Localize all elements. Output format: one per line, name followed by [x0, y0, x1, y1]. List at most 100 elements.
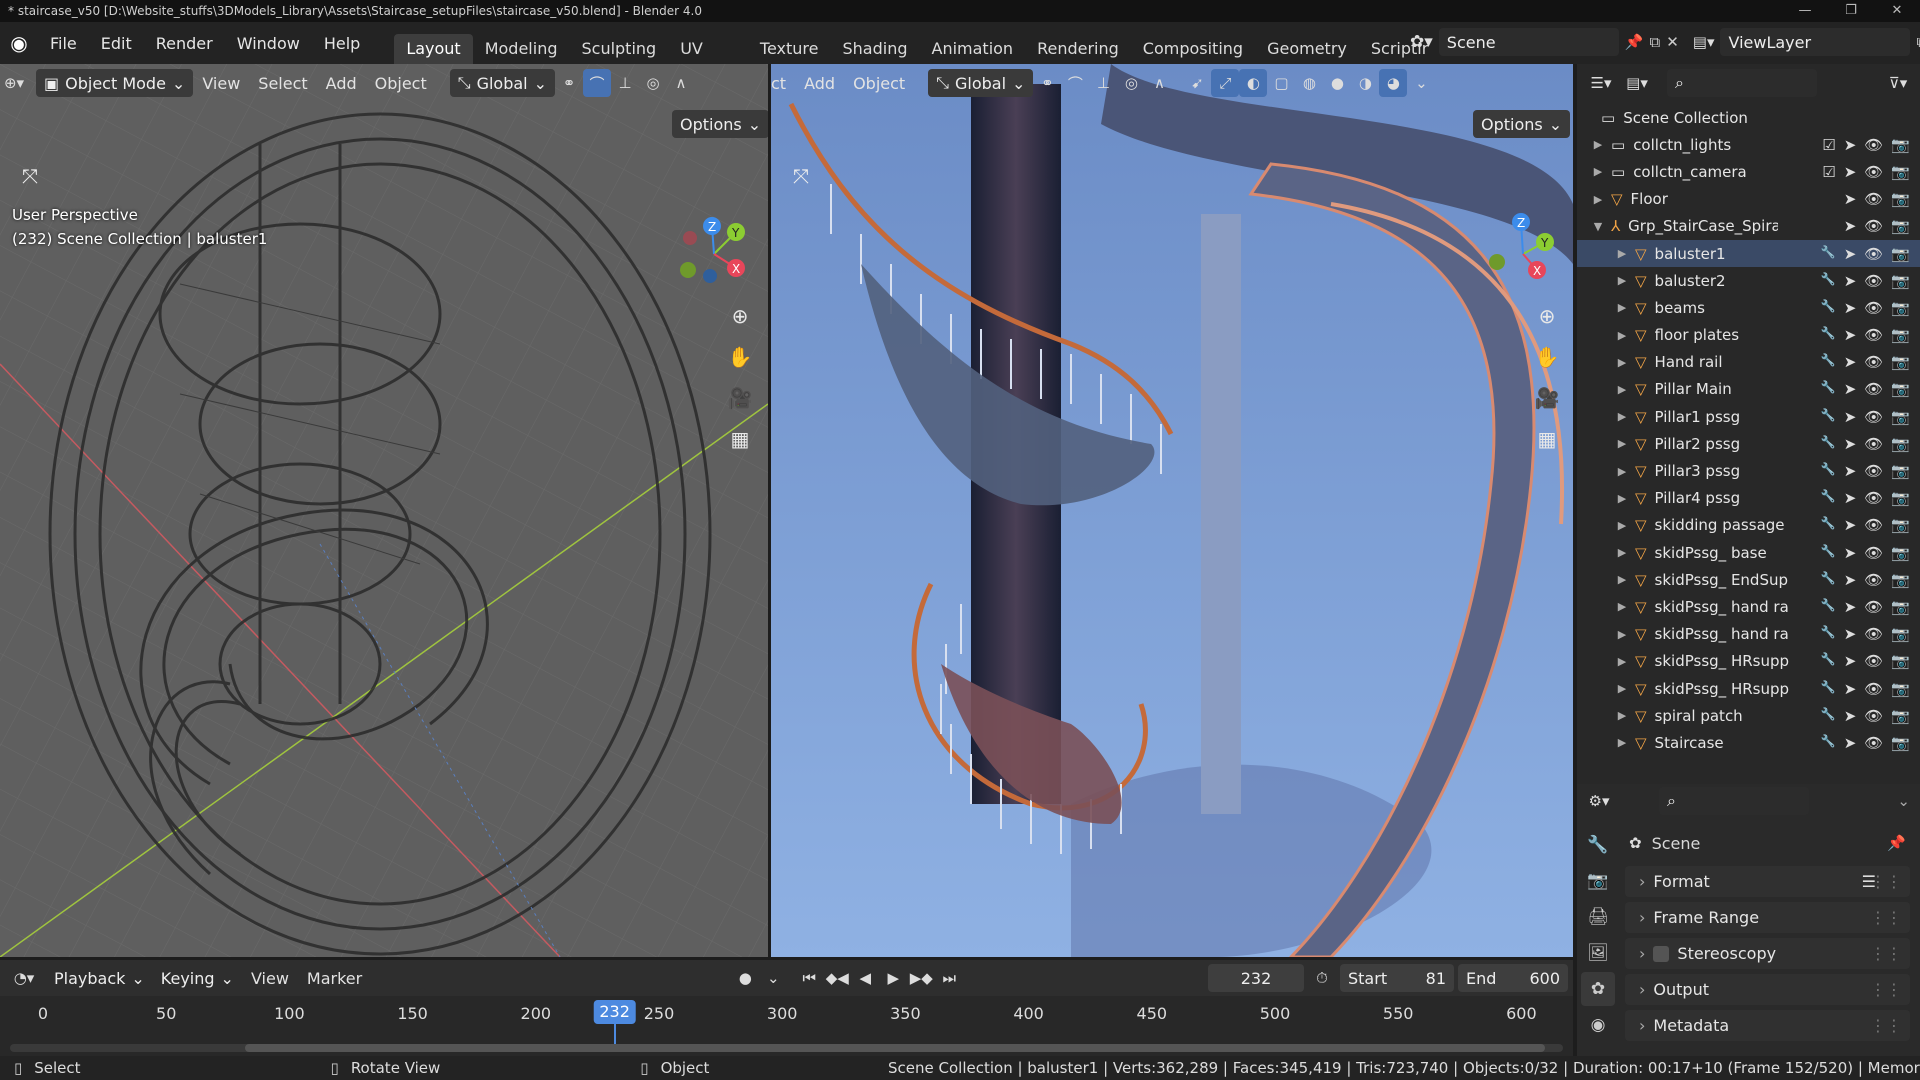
- camera-render-icon[interactable]: 📷: [1891, 489, 1910, 507]
- world-tab-icon[interactable]: ◉: [1581, 1008, 1615, 1042]
- blender-logo-icon[interactable]: ◉: [0, 31, 38, 55]
- expand-arrow-right-icon[interactable]: ▶: [1615, 410, 1629, 423]
- eye-icon[interactable]: 👁: [1864, 652, 1883, 670]
- menu-help[interactable]: Help: [312, 34, 372, 53]
- perspective-grid-icon[interactable]: ▦: [724, 423, 756, 455]
- outliner-editor-icon[interactable]: ☰▾: [1587, 69, 1615, 97]
- select-arrow-icon[interactable]: ➤: [1844, 707, 1857, 725]
- eye-icon[interactable]: 👁: [1864, 326, 1883, 344]
- outliner-item[interactable]: ▶ ▽ Pillar1 pssg 🔧 ➤ 👁 📷: [1577, 403, 1920, 430]
- expand-arrow-right-icon[interactable]: ▶: [1615, 274, 1629, 287]
- properties-search-input[interactable]: ⌕: [1659, 787, 1809, 815]
- drag-handle-icon[interactable]: ⋮⋮: [1870, 872, 1902, 891]
- menu-file[interactable]: File: [38, 34, 89, 53]
- outliner-item[interactable]: ▶ ▽ Pillar3 pssg 🔧 ➤ 👁 📷: [1577, 457, 1920, 484]
- panel-frame-range[interactable]: › Frame Range ⋮⋮: [1625, 902, 1910, 933]
- camera-render-icon[interactable]: 📷: [1891, 707, 1910, 725]
- expand-arrow-right-icon[interactable]: ▶: [1615, 709, 1629, 722]
- modifier-icon[interactable]: 🔧: [1821, 598, 1836, 616]
- camera-render-icon[interactable]: 📷: [1891, 272, 1910, 290]
- modifier-icon[interactable]: 🔧: [1821, 516, 1836, 534]
- select-arrow-icon[interactable]: ➤: [1844, 299, 1857, 317]
- modifier-icon[interactable]: 🔧: [1821, 299, 1836, 317]
- tab-layout[interactable]: Layout: [394, 34, 473, 64]
- exclude-checkbox[interactable]: ☑: [1822, 136, 1835, 154]
- select-arrow-icon[interactable]: ➤: [1844, 408, 1857, 426]
- camera-render-icon[interactable]: 📷: [1891, 163, 1910, 181]
- snap-icon[interactable]: ⌒: [1061, 69, 1089, 97]
- shading-solid-icon[interactable]: ●: [1323, 69, 1351, 97]
- eye-icon[interactable]: 👁: [1864, 272, 1883, 290]
- expand-arrow-right-icon[interactable]: ▶: [1591, 165, 1605, 178]
- outliner-item[interactable]: ▶ ▽ skidding passage 🔧 ➤ 👁 📷: [1577, 512, 1920, 539]
- modifier-icon[interactable]: 🔧: [1821, 462, 1836, 480]
- menu-view[interactable]: View: [193, 74, 249, 93]
- shading-rendered-icon[interactable]: ◕: [1379, 69, 1408, 97]
- outliner-item[interactable]: ▶ ▽ skidPssg_ base 🔧 ➤ 👁 📷: [1577, 539, 1920, 566]
- outliner-item[interactable]: ▶ ▽ skidPssg_ EndSup 🔧 ➤ 👁 📷: [1577, 566, 1920, 593]
- outliner-item[interactable]: ▶ ▽ Pillar2 pssg 🔧 ➤ 👁 📷: [1577, 430, 1920, 457]
- expand-arrow-right-icon[interactable]: ▶: [1615, 356, 1629, 369]
- select-arrow-icon[interactable]: ➤: [1844, 571, 1857, 589]
- expand-arrow-right-icon[interactable]: ▶: [1615, 600, 1629, 613]
- navigation-gizmo[interactable]: Y Z X: [672, 212, 756, 296]
- options-dropdown[interactable]: Options ⌄: [672, 110, 768, 138]
- eye-icon[interactable]: 👁: [1864, 435, 1883, 453]
- scene-selector[interactable]: Scene: [1438, 28, 1619, 56]
- expand-arrow-right-icon[interactable]: ▶: [1615, 736, 1629, 749]
- pin-icon[interactable]: 📌: [1887, 834, 1906, 852]
- outliner-item[interactable]: ▶ ▽ skidPssg_ HRsupp 🔧 ➤ 👁 📷: [1577, 648, 1920, 675]
- camera-render-icon[interactable]: 📷: [1891, 516, 1910, 534]
- tab-texture-paint[interactable]: Texture Paint: [748, 34, 831, 64]
- tab-rendering[interactable]: Rendering: [1025, 34, 1131, 64]
- expand-arrow-right-icon[interactable]: ▶: [1615, 383, 1629, 396]
- outliner-item[interactable]: ▶ ▽ Floor ➤ 👁 📷: [1577, 186, 1920, 213]
- camera-render-icon[interactable]: 📷: [1891, 190, 1910, 208]
- menu-object[interactable]: Object: [844, 74, 914, 93]
- view-layer-tab-icon[interactable]: 🖼: [1581, 936, 1615, 970]
- exclude-checkbox[interactable]: ☑: [1822, 163, 1835, 181]
- display-mode-icon[interactable]: ▤▾: [1623, 69, 1651, 97]
- eye-icon[interactable]: 👁: [1864, 353, 1883, 371]
- outliner-item[interactable]: ▶ ▽ Pillar4 pssg 🔧 ➤ 👁 📷: [1577, 485, 1920, 512]
- filter-icon[interactable]: ⊽▾: [1884, 69, 1912, 97]
- drag-handle-icon[interactable]: ⋮⋮: [1870, 980, 1902, 999]
- camera-render-icon[interactable]: 📷: [1891, 217, 1910, 235]
- expand-arrow-right-icon[interactable]: ▶: [1615, 573, 1629, 586]
- camera-render-icon[interactable]: 📷: [1891, 680, 1910, 698]
- modifier-icon[interactable]: 🔧: [1821, 680, 1836, 698]
- modifier-icon[interactable]: 🔧: [1821, 489, 1836, 507]
- modifier-icon[interactable]: 🔧: [1821, 734, 1836, 752]
- expand-arrow-right-icon[interactable]: ▶: [1615, 329, 1629, 342]
- select-arrow-icon[interactable]: ➤: [1844, 652, 1857, 670]
- camera-render-icon[interactable]: 📷: [1891, 734, 1910, 752]
- select-arrow-icon[interactable]: ➤: [1844, 217, 1857, 235]
- visibility-selectability-icon[interactable]: ➹: [1183, 69, 1211, 97]
- proportional-edit-icon[interactable]: ◎: [639, 69, 667, 97]
- expand-arrow-right-icon[interactable]: ▶: [1615, 682, 1629, 695]
- stereoscopy-checkbox[interactable]: [1653, 945, 1670, 962]
- camera-render-icon[interactable]: 📷: [1891, 245, 1910, 263]
- shading-wireframe-icon[interactable]: ◍: [1295, 69, 1323, 97]
- new-scene-icon[interactable]: ⧉: [1649, 33, 1660, 51]
- view-layer-selector[interactable]: ViewLayer: [1720, 28, 1911, 56]
- expand-arrow-right-icon[interactable]: ▶: [1591, 193, 1605, 206]
- outliner-item[interactable]: ▶ ▽ Hand rail 🔧 ➤ 👁 📷: [1577, 349, 1920, 376]
- zoom-icon[interactable]: ⊕: [724, 300, 756, 332]
- eye-icon[interactable]: 👁: [1864, 299, 1883, 317]
- playhead-frame-badge[interactable]: 232: [593, 1000, 636, 1024]
- outliner-item[interactable]: ▶ ▽ baluster1 🔧 ➤ 👁 📷: [1577, 239, 1920, 268]
- select-arrow-icon[interactable]: ➤: [1844, 625, 1857, 643]
- proportional-edit-icon[interactable]: ◎: [1117, 69, 1145, 97]
- timeline-scrollbar[interactable]: [10, 1044, 1563, 1052]
- restore-icon[interactable]: ❐: [1828, 0, 1874, 22]
- outliner-item[interactable]: ▶ ▽ beams 🔧 ➤ 👁 📷: [1577, 294, 1920, 321]
- editor-type-icon[interactable]: ⊕▾: [0, 69, 28, 97]
- modifier-icon[interactable]: 🔧: [1821, 272, 1836, 290]
- view-layer-icon[interactable]: ▤▾: [1693, 33, 1715, 51]
- tool-tab-icon[interactable]: 🔧: [1581, 828, 1615, 862]
- tab-animation[interactable]: Animation: [920, 34, 1026, 64]
- menu-object[interactable]: Object: [366, 74, 436, 93]
- pivot-icon[interactable]: ⚭: [1033, 69, 1061, 97]
- select-arrow-icon[interactable]: ➤: [1844, 544, 1857, 562]
